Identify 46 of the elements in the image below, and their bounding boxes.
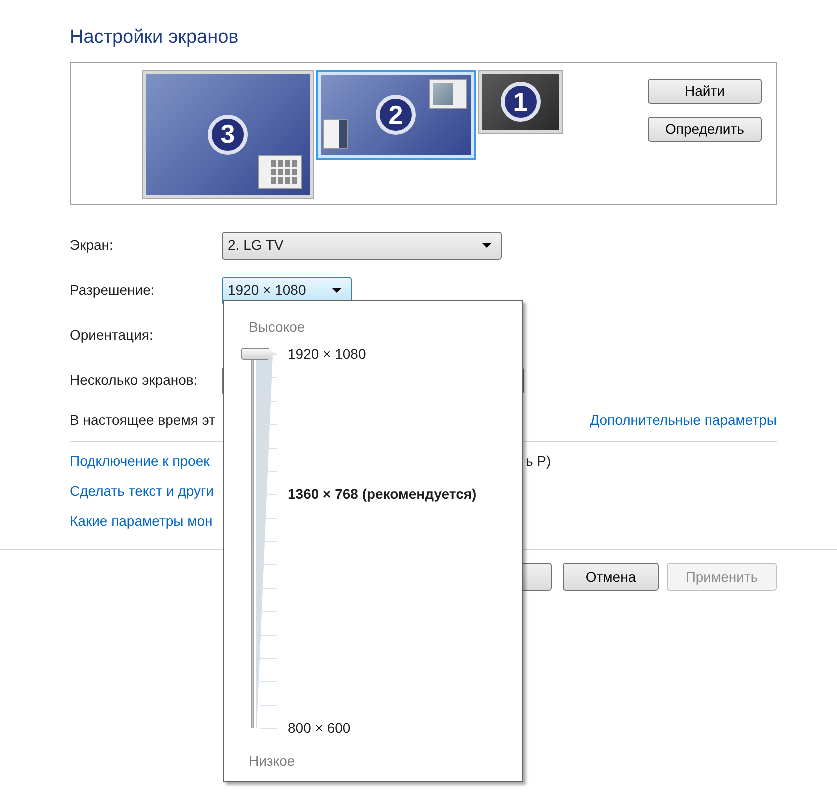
monitor-number: 2 bbox=[376, 95, 416, 135]
status-text: В настоящее время эт bbox=[70, 410, 216, 430]
field-label: Ориентация: bbox=[70, 326, 154, 345]
tick-mark bbox=[260, 564, 277, 566]
caret-icon bbox=[332, 288, 342, 293]
tick-mark bbox=[260, 518, 277, 519]
window-icon bbox=[258, 155, 302, 189]
monitor-number: 1 bbox=[500, 82, 540, 122]
high-label: Высокое bbox=[249, 318, 306, 337]
tick-mark bbox=[260, 400, 277, 402]
advanced-settings-link[interactable]: Дополнительные параметры bbox=[590, 410, 777, 430]
tick-mark bbox=[260, 681, 277, 682]
tick-mark bbox=[260, 704, 277, 706]
resolution-option[interactable]: 1360 × 768 (рекомендуется) bbox=[288, 485, 477, 504]
window-icon bbox=[323, 119, 348, 149]
help-link[interactable]: Сделать текст и други bbox=[70, 483, 214, 499]
panel-button[interactable]: Определить bbox=[648, 117, 762, 142]
field-label: Разрешение: bbox=[70, 281, 156, 300]
page-title: Настройки экранов bbox=[70, 26, 240, 50]
tick-mark bbox=[260, 611, 277, 612]
monitor[interactable]: 3 bbox=[142, 70, 314, 199]
tick-mark bbox=[260, 658, 277, 659]
link-text: ь P) bbox=[526, 452, 552, 469]
window-icon bbox=[429, 79, 467, 109]
monitor-number: 3 bbox=[208, 114, 248, 154]
low-label: Низкое bbox=[249, 752, 296, 771]
resolution-option[interactable]: 800 × 600 bbox=[288, 719, 351, 737]
tick-mark bbox=[260, 541, 277, 542]
dropdown[interactable]: 2. LG TV bbox=[222, 232, 502, 260]
resolution-option[interactable]: 1920 × 1080 bbox=[288, 345, 366, 363]
tick-mark bbox=[260, 470, 277, 472]
field-label: Несколько экранов: bbox=[70, 371, 199, 390]
dialog-button[interactable]: Отмена bbox=[563, 563, 659, 591]
caret-icon bbox=[482, 243, 492, 248]
tick-mark bbox=[260, 424, 277, 426]
tick-mark bbox=[260, 728, 277, 729]
slider-thumb[interactable] bbox=[241, 348, 275, 360]
monitor[interactable]: 1 bbox=[478, 70, 563, 134]
help-link[interactable]: Какие параметры мон bbox=[70, 513, 213, 529]
panel-button[interactable]: Найти bbox=[648, 79, 762, 104]
tick-mark bbox=[260, 494, 277, 496]
field-label: Экран: bbox=[70, 236, 114, 255]
help-link[interactable]: Подключение к проек bbox=[70, 453, 210, 469]
monitor[interactable]: 2 bbox=[316, 70, 476, 160]
tick-mark bbox=[260, 634, 277, 636]
tick-mark bbox=[260, 588, 277, 589]
